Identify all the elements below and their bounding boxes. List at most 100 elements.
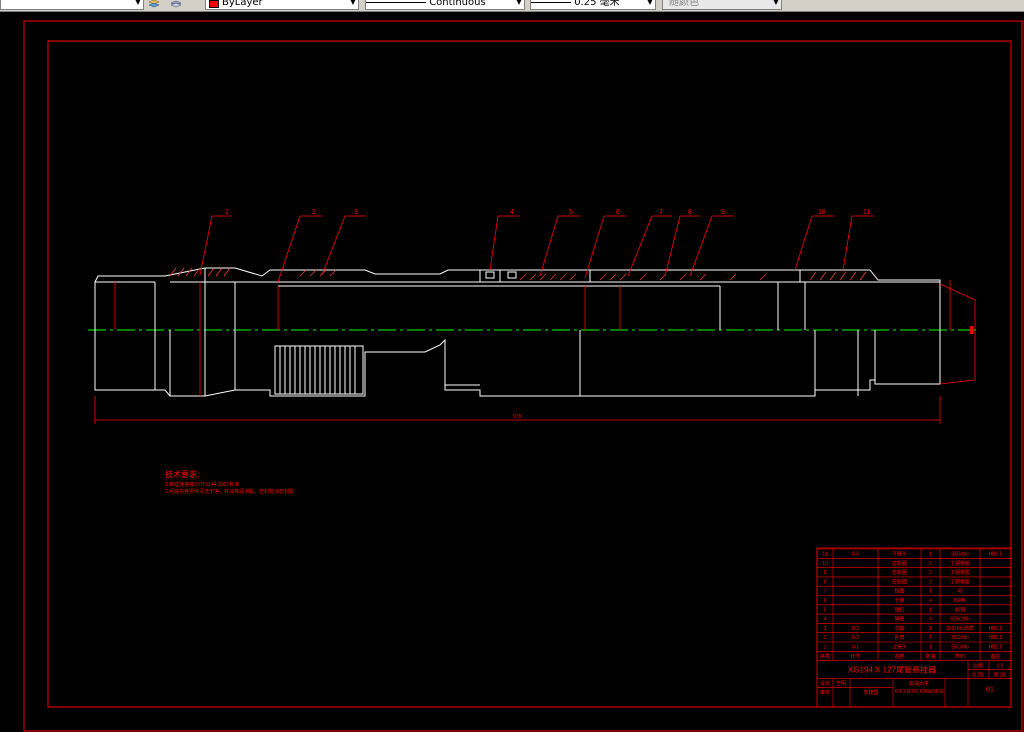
bom-cell-qty: 2 [929,579,932,585]
bom-cell-code: 0-2 [852,635,859,641]
scale-value: 1:5 [997,664,1004,670]
bom-cell-material: 35CrMo [951,645,969,651]
bom-cell-material: 35CrMo调质 [946,625,974,632]
plotstyle-dropdown[interactable]: 随颜色 ▼ [662,0,782,10]
thread-section [274,345,364,395]
outside-view-bottom [94,330,941,397]
bom-header-qty: 数量 [925,653,935,660]
bom-cell-no: 3 [824,626,827,632]
bom-cell-name: 弹簧 [894,616,904,623]
bom-header-note: 备注 [990,653,1000,660]
section-view-top [94,267,941,330]
balloon-4: 4 [510,209,514,216]
bom-header-code: 代号 [850,653,860,660]
bom-cell-qty: 1 [929,589,932,595]
color-swatch-icon [209,0,219,8]
bom-cell-qty: 1 [929,607,932,613]
chevron-down-icon: ▼ [772,0,779,6]
linetype-sample [366,1,426,3]
bom-cell-code: 0-5 [852,552,859,558]
bom-header-material: 材料 [955,653,965,660]
balloon-8: 8 [688,209,692,216]
bom-cell-qty: 2 [929,561,932,567]
linetype-dropdown[interactable]: Continuous ▼ [365,0,525,10]
chevron-down-icon: ▼ [646,0,653,6]
balloon-11: 11 [863,209,870,216]
lineweight-sample [531,1,571,3]
title-block: 11 0-5 下接头 1 35CrMo HB1.510 密封圈 2 丁腈橡胶9 密封圈 2 丁腈橡胶8… [816,547,1012,708]
bom-cell-qty: 2 [929,570,932,576]
leader-lines [199,215,874,283]
layer-dropdown-tail[interactable]: ▼ [0,0,144,10]
balloon-10: 10 [818,209,826,216]
bom-cell-material: 60Si2Mn [950,617,970,623]
bom-cell-name: 芯轴 [894,625,904,632]
bom-cell-no: 1 [824,645,827,651]
scale-label: 比例 [973,663,983,670]
bom-cell-name: 外筒 [894,634,904,641]
tech-line-1: 1.螺纹连接按SY/T5144-2007标准 [165,481,239,488]
bom-cell-note: HB1.5 [989,552,1003,558]
bom-cell-qty: 4 [929,617,932,623]
balloon-9: 9 [721,209,725,216]
bom-cell-material: 丁腈橡胶 [950,560,970,567]
bom-cell-name: 上接头 [892,644,907,651]
bom-cell-note: HB1.5 [989,626,1003,632]
tech-line-2: 2.组装前各零件清洗干净，并涂抹润滑脂，密封处涂密封胶 [165,488,294,495]
bom-cell-note: HB1.5 [989,645,1003,651]
bom-cell-no: 5 [824,607,827,613]
overall-dim-text: 978 [513,414,522,420]
drawn-by: 王明 [836,681,846,687]
bom-cell-no: 8 [824,579,827,585]
layer-previous-icon[interactable] [170,0,182,8]
bom-cell-name: 销钉 [894,606,904,613]
bom-cell-material: 65Mn [954,598,967,604]
bom-cell-no: 6 [824,598,827,604]
bom-cell-qty: 1 [929,552,932,558]
bom-cell-material: 丁腈橡胶 [950,578,970,585]
balloon-7: 7 [659,209,663,216]
checked-label: 审核 [820,689,830,696]
bom-cell-note: HB1.5 [989,635,1003,641]
chevron-down-icon: ▼ [134,0,141,6]
checked-by: 李建国 [863,689,878,696]
bom-cell-no: 9 [824,570,827,576]
bom-cell-qty: 4 [929,598,932,604]
bom-header-name: 名称 [894,653,904,660]
sheet-number: 第1张 [994,672,1007,679]
axis-end-marker [970,326,973,334]
bom-cell-qty: 1 [929,626,932,632]
balloon-2: 2 [312,209,316,216]
balloon-1: 1 [225,209,229,216]
bom-cell-name: 挡圈 [894,588,904,595]
drawing-number: 01 [986,687,994,694]
color-dropdown[interactable]: ByLayer ▼ [205,0,359,10]
bom-cell-material: 45钢 [955,606,966,613]
bom-header-no: 序号 [820,653,830,660]
bom-cell-name: 下接头 [892,551,907,558]
balloon-6: 6 [616,209,620,216]
balloon-5: 5 [569,209,573,216]
drawing-title: XG194 X 127尾管悬挂器 [848,665,936,675]
bom-cell-qty: 1 [929,645,932,651]
department-name: 机电工程学院 机械设计制造 [894,688,943,694]
dimensions [94,280,976,424]
chevron-down-icon: ▼ [515,0,522,6]
bom-cell-no: 11 [822,552,827,558]
bom-cell-name: 密封圈 [892,578,907,585]
balloon-labels: 1 2 3 4 5 6 7 8 9 10 11 [225,209,870,216]
bom-cell-no: 4 [824,617,827,623]
tech-title: 技术要求: [165,469,199,479]
bom-cell-material: 35CrMo [951,635,969,641]
bom-cell-code: 0-3 [852,626,859,632]
bom-cell-no: 10 [822,561,828,567]
bom-cell-material: 丁腈橡胶 [950,569,970,576]
bom-cell-qty: 1 [929,635,932,641]
bom-cell-material: 45 [957,589,963,595]
bom-cell-no: 7 [824,589,827,595]
chevron-down-icon: ▼ [349,0,356,6]
layer-states-icon[interactable] [148,0,160,8]
lineweight-dropdown[interactable]: 0.25 毫米 ▼ [530,0,656,10]
bom-cell-name: 卡簧 [894,597,904,604]
drawing-canvas[interactable]: 978 1 2 3 4 5 6 7 8 9 10 11 技术要求: 1.螺纹连接… [0,11,1024,732]
